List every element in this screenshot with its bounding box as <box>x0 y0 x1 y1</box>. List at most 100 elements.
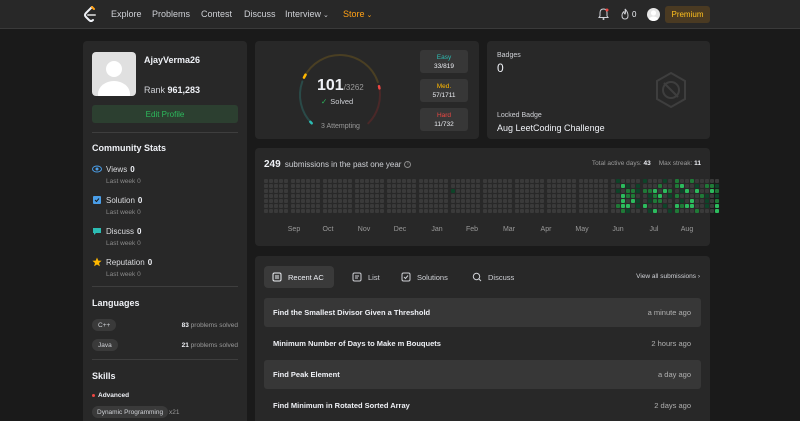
heatmap-cell[interactable] <box>535 199 539 203</box>
heatmap-cell[interactable] <box>493 199 497 203</box>
heatmap-cell[interactable] <box>488 209 492 213</box>
heatmap-cell[interactable] <box>648 209 652 213</box>
heatmap-cell[interactable] <box>264 204 268 208</box>
heatmap-cell[interactable] <box>503 209 507 213</box>
heatmap-cell[interactable] <box>493 194 497 198</box>
heatmap-cell[interactable] <box>264 209 268 213</box>
heatmap-cell[interactable] <box>323 209 327 213</box>
heatmap-cell[interactable] <box>451 209 455 213</box>
heatmap-cell[interactable] <box>348 189 352 193</box>
heatmap-cell[interactable] <box>710 204 714 208</box>
heatmap-cell[interactable] <box>636 179 640 183</box>
heatmap-cell[interactable] <box>530 184 534 188</box>
heatmap-cell[interactable] <box>333 184 337 188</box>
heatmap-cell[interactable] <box>444 189 448 193</box>
heatmap-cell[interactable] <box>636 184 640 188</box>
heatmap-cell[interactable] <box>668 199 672 203</box>
heatmap-cell[interactable] <box>636 189 640 193</box>
heatmap-cell[interactable] <box>434 194 438 198</box>
heatmap-cell[interactable] <box>429 179 433 183</box>
heatmap-cell[interactable] <box>301 189 305 193</box>
heatmap-cell[interactable] <box>424 209 428 213</box>
heatmap-cell[interactable] <box>311 184 315 188</box>
language-chip-cpp[interactable]: C++ <box>92 319 117 331</box>
heatmap-cell[interactable] <box>387 179 391 183</box>
heatmap-cell[interactable] <box>264 179 268 183</box>
heatmap-cell[interactable] <box>675 179 679 183</box>
heatmap-cell[interactable] <box>648 189 652 193</box>
heatmap-cell[interactable] <box>355 204 359 208</box>
heatmap-cell[interactable] <box>269 179 273 183</box>
heatmap-cell[interactable] <box>316 184 320 188</box>
heatmap-cell[interactable] <box>456 199 460 203</box>
heatmap-cell[interactable] <box>503 179 507 183</box>
heatmap-cell[interactable] <box>375 209 379 213</box>
difficulty-hard[interactable]: Hard 11/732 <box>420 108 468 131</box>
heatmap-cell[interactable] <box>680 184 684 188</box>
heatmap-cell[interactable] <box>604 189 608 193</box>
heatmap-cell[interactable] <box>584 199 588 203</box>
heatmap-cell[interactable] <box>279 179 283 183</box>
heatmap-cell[interactable] <box>471 194 475 198</box>
heatmap-cell[interactable] <box>461 179 465 183</box>
heatmap-cell[interactable] <box>360 209 364 213</box>
heatmap-cell[interactable] <box>402 184 406 188</box>
heatmap-cell[interactable] <box>535 209 539 213</box>
heatmap-cell[interactable] <box>611 184 615 188</box>
heatmap-cell[interactable] <box>540 194 544 198</box>
heatmap-cell[interactable] <box>594 209 598 213</box>
heatmap-cell[interactable] <box>621 209 625 213</box>
heatmap-cell[interactable] <box>407 189 411 193</box>
heatmap-cell[interactable] <box>284 184 288 188</box>
heatmap-cell[interactable] <box>626 184 630 188</box>
heatmap-cell[interactable] <box>291 204 295 208</box>
heatmap-cell[interactable] <box>547 194 551 198</box>
nav-problems[interactable]: Problems <box>152 9 190 19</box>
heatmap-cell[interactable] <box>498 194 502 198</box>
heatmap-cell[interactable] <box>584 179 588 183</box>
heatmap-cell[interactable] <box>343 209 347 213</box>
heatmap-cell[interactable] <box>471 189 475 193</box>
heatmap-cell[interactable] <box>710 209 714 213</box>
heatmap-cell[interactable] <box>402 179 406 183</box>
heatmap-cell[interactable] <box>547 199 551 203</box>
heatmap-cell[interactable] <box>429 184 433 188</box>
heatmap-cell[interactable] <box>461 199 465 203</box>
heatmap-cell[interactable] <box>540 199 544 203</box>
heatmap-cell[interactable] <box>274 179 278 183</box>
heatmap-cell[interactable] <box>419 204 423 208</box>
heatmap-cell[interactable] <box>412 209 416 213</box>
heatmap-cell[interactable] <box>621 194 625 198</box>
heatmap-cell[interactable] <box>621 184 625 188</box>
heatmap-cell[interactable] <box>680 194 684 198</box>
heatmap-cell[interactable] <box>407 204 411 208</box>
info-icon[interactable]: i <box>404 161 412 169</box>
heatmap-cell[interactable] <box>604 204 608 208</box>
heatmap-cell[interactable] <box>483 184 487 188</box>
heatmap-cell[interactable] <box>343 189 347 193</box>
heatmap-cell[interactable] <box>419 189 423 193</box>
heatmap-cell[interactable] <box>316 204 320 208</box>
heatmap-cell[interactable] <box>269 204 273 208</box>
heatmap-cell[interactable] <box>291 184 295 188</box>
heatmap-cell[interactable] <box>547 184 551 188</box>
heatmap-cell[interactable] <box>412 199 416 203</box>
heatmap-cell[interactable] <box>365 204 369 208</box>
heatmap-cell[interactable] <box>387 209 391 213</box>
heatmap-cell[interactable] <box>680 179 684 183</box>
heatmap-cell[interactable] <box>434 209 438 213</box>
heatmap-cell[interactable] <box>572 189 576 193</box>
heatmap-cell[interactable] <box>584 189 588 193</box>
heatmap-cell[interactable] <box>370 189 374 193</box>
heatmap-cell[interactable] <box>604 179 608 183</box>
heatmap-cell[interactable] <box>715 179 719 183</box>
heatmap-cell[interactable] <box>562 194 566 198</box>
heatmap-cell[interactable] <box>316 199 320 203</box>
heatmap-cell[interactable] <box>695 199 699 203</box>
heatmap-cell[interactable] <box>690 204 694 208</box>
heatmap-cell[interactable] <box>419 194 423 198</box>
heatmap-cell[interactable] <box>658 199 662 203</box>
heatmap-cell[interactable] <box>397 184 401 188</box>
heatmap-cell[interactable] <box>306 199 310 203</box>
heatmap-cell[interactable] <box>589 184 593 188</box>
